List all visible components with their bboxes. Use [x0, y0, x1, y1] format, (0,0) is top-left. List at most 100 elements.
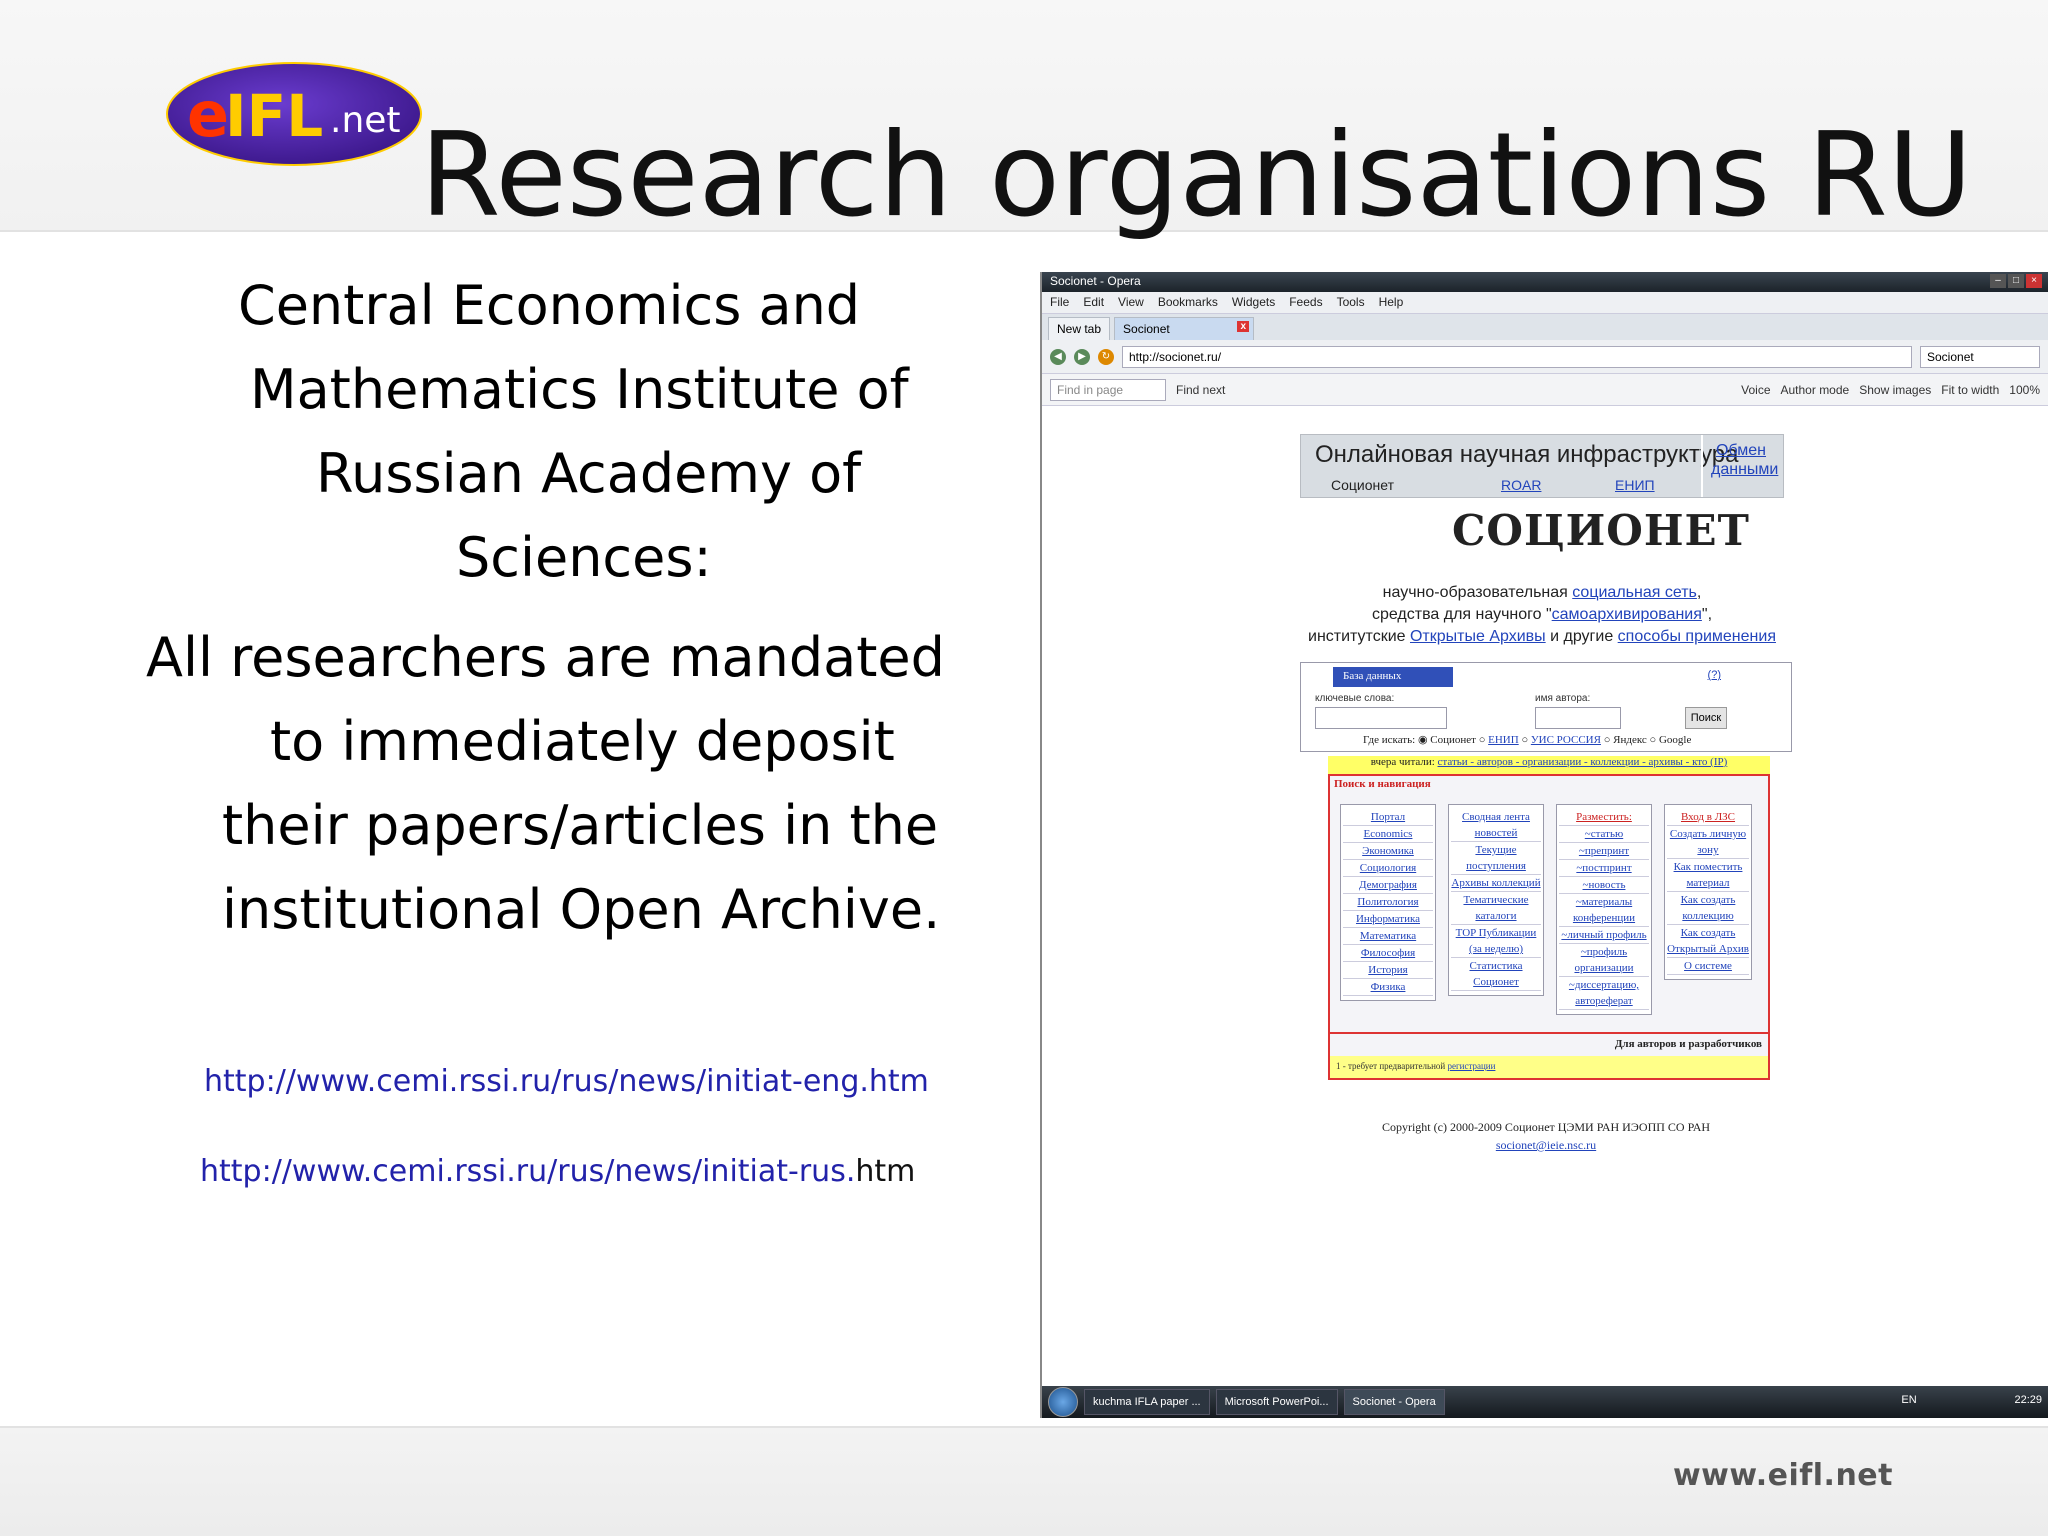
heading-line-3: Russian Academy of: [316, 442, 862, 505]
portal-column: Портал Economics Экономика Социология Демогр…: [1340, 804, 1436, 1001]
banner-sub: Соционет: [1331, 477, 1394, 493]
menu-view[interactable]: View: [1118, 295, 1144, 310]
tab-close-icon[interactable]: x: [1237, 321, 1250, 332]
portal-link[interactable]: История: [1343, 962, 1433, 979]
submit-link[interactable]: ~препринт: [1559, 843, 1649, 860]
menu-edit[interactable]: Edit: [1083, 295, 1104, 310]
help-link[interactable]: (?): [1708, 669, 1721, 681]
voice-button[interactable]: Voice: [1741, 383, 1770, 397]
scope-google[interactable]: Google: [1659, 734, 1691, 746]
search-scope: Где искать: ◉ Соционет ○ ЕНИП ○ УИС РОСС…: [1363, 734, 1692, 746]
menu-widgets[interactable]: Widgets: [1232, 295, 1275, 310]
self-archiving-link[interactable]: самоархивирования: [1552, 606, 1702, 623]
portal-link[interactable]: Economics: [1343, 826, 1433, 843]
taskbar-item-word[interactable]: kuchma IFLA paper ...: [1084, 1389, 1210, 1415]
submit-link[interactable]: ~диссертацию, автореферат: [1559, 977, 1649, 1010]
submit-link[interactable]: ~статью: [1559, 826, 1649, 843]
scope-yandex[interactable]: Яндекс: [1613, 734, 1647, 746]
login-link[interactable]: Как поместить материал: [1667, 859, 1749, 892]
applications-link[interactable]: способы применения: [1618, 628, 1776, 645]
minimize-button[interactable]: –: [1990, 274, 2006, 288]
maximize-button[interactable]: □: [2008, 274, 2024, 288]
login-link[interactable]: О системе: [1667, 958, 1749, 975]
portal-link[interactable]: Физика: [1343, 979, 1433, 996]
back-icon[interactable]: ◀: [1050, 348, 1066, 365]
recently-read-label: вчера читали:: [1370, 756, 1435, 768]
scope-enip[interactable]: ЕНИП: [1488, 734, 1519, 746]
open-archives-link[interactable]: Открытые Архивы: [1410, 628, 1546, 645]
find-in-page-input[interactable]: Find in page: [1050, 378, 1166, 401]
portal-link[interactable]: Экономика: [1343, 843, 1433, 860]
portal-link[interactable]: Демография: [1343, 877, 1433, 894]
submit-link[interactable]: ~профиль организации: [1559, 944, 1649, 977]
web-page: Онлайновая научная инфраструктура Социон…: [1042, 422, 2048, 1372]
scope-uis[interactable]: УИС РОССИЯ: [1531, 734, 1601, 746]
registration-note: 1 - требует предварительной регистрации: [1330, 1056, 1768, 1078]
address-input[interactable]: http://socionet.ru/: [1122, 345, 1912, 368]
news-link[interactable]: Сводная лента новостей: [1451, 809, 1541, 842]
taskbar-item-powerpoint[interactable]: Microsoft PowerPoi...: [1215, 1389, 1338, 1415]
portal-link[interactable]: Философия: [1343, 945, 1433, 962]
slide: e IFL .net Research organisations RU Cen…: [0, 0, 2048, 1536]
svg-text:IFL: IFL: [225, 82, 323, 150]
news-link[interactable]: Архивы коллекций: [1451, 875, 1541, 892]
menu-bookmarks[interactable]: Bookmarks: [1158, 295, 1218, 310]
portal-link[interactable]: Математика: [1343, 928, 1433, 945]
portal-link[interactable]: Политология: [1343, 894, 1433, 911]
login-link[interactable]: Как создать Открытый Архив: [1667, 925, 1749, 958]
news-link[interactable]: Тематические каталоги: [1451, 892, 1541, 925]
zoom-select[interactable]: 100%: [2009, 383, 2040, 397]
copyright-text: Copyright (c) 2000-2009 Соционет ЦЭМИ РА…: [1381, 1120, 1711, 1134]
news-link[interactable]: Текущие поступления: [1451, 842, 1541, 875]
menu-feeds[interactable]: Feeds: [1289, 295, 1322, 310]
search-engine-input[interactable]: Socionet: [1920, 345, 2040, 368]
link-rus[interactable]: http://www.cemi.rssi.ru/rus/news/initiat…: [200, 1154, 915, 1189]
taskbar-item-opera[interactable]: Socionet - Opera: [1343, 1389, 1445, 1415]
menu-tools[interactable]: Tools: [1337, 295, 1365, 310]
banner-enip-link[interactable]: ЕНИП: [1615, 477, 1655, 493]
forward-icon[interactable]: ▶: [1074, 348, 1090, 365]
submit-link[interactable]: ~постпринт: [1559, 860, 1649, 877]
contact-email-link[interactable]: socionet@ieie.nsc.ru: [1496, 1138, 1596, 1152]
submit-link[interactable]: ~материалы конференции: [1559, 894, 1649, 927]
banner-roar-link[interactable]: ROAR: [1501, 477, 1541, 493]
show-images-button[interactable]: Show images: [1859, 383, 1931, 397]
portal-link[interactable]: Информатика: [1343, 911, 1433, 928]
scope-socionet[interactable]: Соционет: [1430, 734, 1476, 746]
start-button[interactable]: [1048, 1387, 1078, 1417]
reload-icon[interactable]: ↻: [1098, 348, 1114, 365]
link-eng-text[interactable]: http://www.cemi.rssi.ru/rus/news/initiat…: [204, 1064, 929, 1099]
menu-help[interactable]: Help: [1379, 295, 1404, 310]
fit-to-width-button[interactable]: Fit to width: [1941, 383, 1999, 397]
registration-link[interactable]: регистрации: [1447, 1061, 1495, 1071]
news-link[interactable]: Статистика Соционет: [1451, 958, 1541, 991]
keywords-input[interactable]: [1315, 707, 1447, 729]
desc-text: ",: [1701, 606, 1713, 623]
link-eng[interactable]: http://www.cemi.rssi.ru/rus/news/initiat…: [204, 1064, 929, 1099]
language-indicator[interactable]: EN: [1901, 1394, 1916, 1406]
submit-link[interactable]: ~личный профиль: [1559, 927, 1649, 944]
database-tab[interactable]: База данных: [1333, 667, 1453, 687]
portal-link[interactable]: Социология: [1343, 860, 1433, 877]
heading-line-1: Central Economics and: [238, 274, 861, 337]
close-button[interactable]: ×: [2026, 274, 2042, 288]
social-net-link[interactable]: социальная сеть: [1572, 584, 1697, 601]
login-link[interactable]: Создать личную зону: [1667, 826, 1749, 859]
link-rus-text[interactable]: http://www.cemi.rssi.ru/rus/news/initiat…: [200, 1154, 855, 1189]
recently-read-links[interactable]: статьи - авторов - организации - коллекц…: [1438, 756, 1728, 768]
portal-link[interactable]: Портал: [1343, 809, 1433, 826]
menu-file[interactable]: File: [1050, 295, 1069, 310]
tab-new[interactable]: New tab: [1048, 317, 1111, 340]
find-next-button[interactable]: Find next: [1176, 383, 1225, 397]
submit-heading[interactable]: Разместить:: [1559, 809, 1649, 826]
tab-socionet[interactable]: Socionet x: [1114, 317, 1255, 340]
author-mode-button[interactable]: Author mode: [1781, 383, 1850, 397]
banner-exchange-link[interactable]: Обмен данными: [1701, 434, 1778, 498]
search-button[interactable]: Поиск: [1685, 707, 1727, 729]
submit-link[interactable]: ~новость: [1559, 877, 1649, 894]
login-heading[interactable]: Вход в ЛЗС: [1667, 809, 1749, 826]
news-link[interactable]: TOP Публикации (за неделю): [1451, 925, 1541, 958]
authors-bar[interactable]: Для авторов и разработчиков: [1330, 1032, 1768, 1056]
login-link[interactable]: Как создать коллекцию: [1667, 892, 1749, 925]
author-input[interactable]: [1535, 707, 1621, 729]
